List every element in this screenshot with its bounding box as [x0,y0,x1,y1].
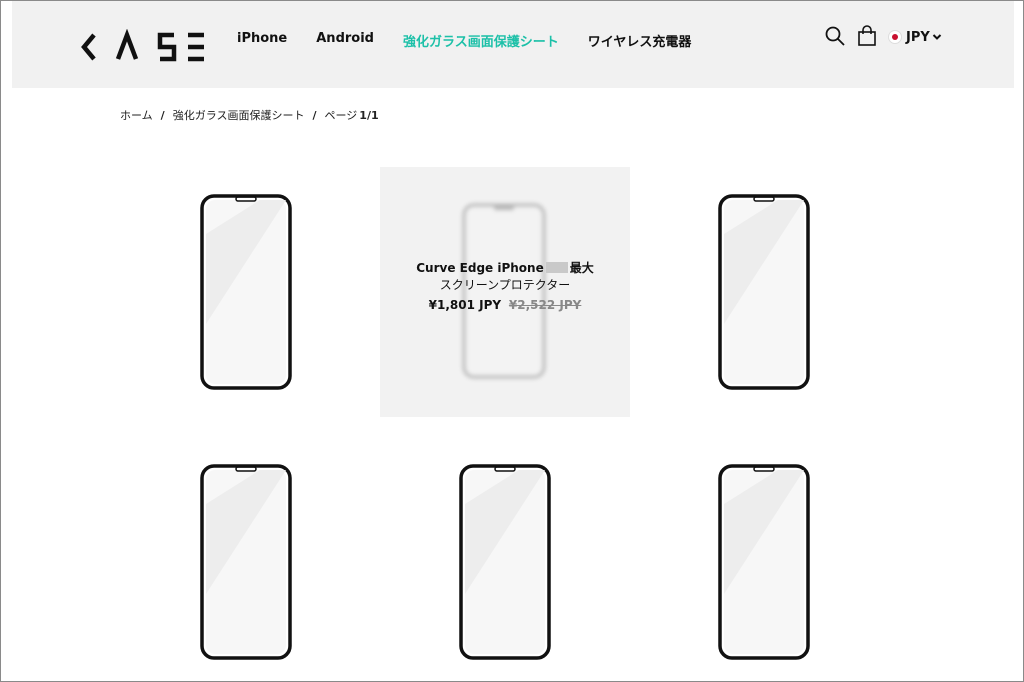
nav-wireless-charger[interactable]: ワイヤレス充電器 [588,31,692,50]
nav-android[interactable]: Android [316,31,374,50]
product-card[interactable] [639,167,889,417]
main-nav: iPhone Android 強化ガラス画面保護シート ワイヤレス充電器 [237,31,720,50]
redacted-model [545,262,568,273]
case-logo[interactable] [80,29,210,65]
breadcrumb-page-label: ページ [324,109,358,122]
breadcrumb-separator: / [160,108,165,122]
search-icon[interactable] [824,25,846,47]
product-subtitle: スクリーンプロテクター [439,278,571,292]
header-tools: JPY [824,25,942,47]
product-card[interactable] [121,440,371,682]
nav-iphone[interactable]: iPhone [237,31,287,50]
screen-protector-image [200,194,292,390]
breadcrumb: ホーム / 強化ガラス画面保護シート / ページ 1/1 [120,107,379,123]
chevron-down-icon [932,34,941,40]
shopping-bag-icon[interactable] [856,25,878,47]
screen-protector-image [718,464,810,660]
compare-price: ¥2,522 JPY [508,298,582,312]
japan-flag-icon [888,30,902,44]
currency-label: JPY [906,29,930,45]
price-row: ¥1,801 JPY ¥2,522 JPY [380,298,630,312]
product-card-hovered[interactable]: Curve Edge iPhone 最大 スクリーンプロテクター ¥1,801 J… [380,167,630,417]
breadcrumb-separator: / [312,108,317,122]
breadcrumb-page-number: 1/1 [359,108,379,122]
site-header: iPhone Android 強化ガラス画面保護シート ワイヤレス充電器 JPY [12,1,1014,88]
product-info: Curve Edge iPhone 最大 スクリーンプロテクター ¥1,801 J… [380,260,630,312]
breadcrumb-category[interactable]: 強化ガラス画面保護シート [173,107,305,123]
screen-protector-image [718,194,810,390]
breadcrumb-home[interactable]: ホーム [120,107,153,123]
product-card[interactable] [380,440,630,682]
product-card[interactable] [639,440,889,682]
screen-protector-image [459,464,551,660]
nav-tempered-glass[interactable]: 強化ガラス画面保護シート [403,31,559,50]
product-card[interactable] [121,167,371,417]
screen-protector-image [200,464,292,660]
product-title-suffix: 最大 [569,261,594,275]
product-title: Curve Edge iPhone 最大 [380,260,630,277]
sale-price: ¥1,801 JPY [428,298,502,312]
currency-selector[interactable]: JPY [888,30,942,45]
product-title-prefix: Curve Edge iPhone [416,261,544,275]
